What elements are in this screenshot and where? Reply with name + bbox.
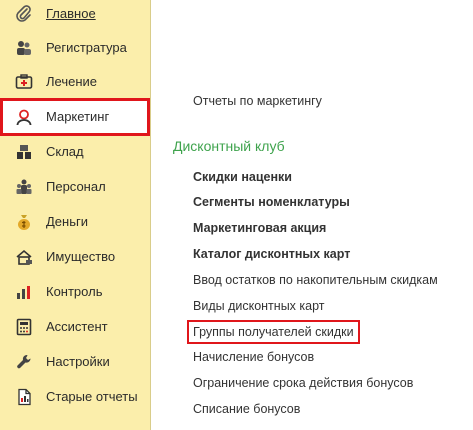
link-bonus-accrual[interactable]: Начисление бонусов bbox=[193, 350, 314, 364]
medical-kit-icon bbox=[15, 73, 33, 91]
sidebar-item-label: Деньги bbox=[46, 214, 88, 229]
link-bonus-writeoff[interactable]: Списание бонусов bbox=[193, 402, 300, 416]
money-bag-icon bbox=[15, 213, 33, 231]
sidebar-item-label: Контроль bbox=[46, 284, 103, 299]
link-bonus-expiry-limit[interactable]: Ограничение срока действия бонусов bbox=[193, 376, 413, 390]
wrench-icon bbox=[15, 353, 33, 371]
sidebar-item-property[interactable]: Имущество bbox=[0, 239, 150, 274]
warehouse-icon bbox=[15, 143, 33, 161]
sidebar-item-treatment[interactable]: Лечение bbox=[0, 64, 150, 99]
assistant-calculator-icon bbox=[15, 318, 33, 336]
sidebar-item-assistant[interactable]: Ассистент bbox=[0, 309, 150, 344]
link-discount-card-types[interactable]: Виды дисконтных карт bbox=[193, 299, 325, 313]
link-discount-card-catalog[interactable]: Каталог дисконтных карт bbox=[193, 247, 350, 261]
sidebar-item-label: Главное bbox=[46, 6, 96, 21]
sidebar-item-control[interactable]: Контроль bbox=[0, 274, 150, 309]
old-reports-icon bbox=[15, 388, 33, 406]
registry-people-icon bbox=[15, 39, 33, 57]
marketing-person-icon bbox=[15, 108, 33, 126]
sidebar-item-label: Имущество bbox=[46, 249, 116, 264]
staff-icon bbox=[15, 178, 33, 196]
sidebar-item-old-reports[interactable]: Старые отчеты bbox=[0, 379, 150, 414]
control-chart-icon bbox=[15, 283, 33, 301]
link-accumulated-discount-balances[interactable]: Ввод остатков по накопительным скидкам bbox=[193, 273, 438, 287]
sidebar: Главное Регистратура Лечение Маркетинг С… bbox=[0, 0, 151, 430]
link-discount-recipient-groups[interactable]: Группы получателей скидки bbox=[193, 325, 354, 339]
sidebar-item-money[interactable]: Деньги bbox=[0, 204, 150, 239]
sidebar-item-warehouse[interactable]: Склад bbox=[0, 134, 150, 169]
link-discount-markup[interactable]: Скидки наценки bbox=[193, 170, 292, 184]
sidebar-item-label: Лечение bbox=[46, 74, 98, 89]
property-icon bbox=[15, 248, 33, 266]
sidebar-item-label: Ассистент bbox=[46, 319, 108, 334]
section-title: Дисконтный клуб bbox=[173, 138, 285, 154]
sidebar-item-settings[interactable]: Настройки bbox=[0, 344, 150, 379]
sidebar-item-label: Персонал bbox=[46, 179, 106, 194]
sidebar-item-label: Регистратура bbox=[46, 40, 127, 55]
marketing-reports-link[interactable]: Отчеты по маркетингу bbox=[193, 94, 322, 108]
sidebar-item-marketing[interactable]: Маркетинг bbox=[0, 99, 150, 134]
sidebar-item-staff[interactable]: Персонал bbox=[0, 169, 150, 204]
sidebar-item-label: Склад bbox=[46, 144, 84, 159]
link-marketing-campaign[interactable]: Маркетинговая акция bbox=[193, 221, 326, 235]
sidebar-item-label: Настройки bbox=[46, 354, 110, 369]
sidebar-item-label: Старые отчеты bbox=[46, 389, 138, 404]
sidebar-item-registry[interactable]: Регистратура bbox=[0, 30, 150, 65]
sidebar-item-home[interactable]: Главное bbox=[0, 0, 150, 31]
link-nomenclature-segments[interactable]: Сегменты номенклатуры bbox=[193, 195, 350, 209]
paperclip-icon bbox=[15, 4, 33, 23]
sidebar-item-label: Маркетинг bbox=[46, 109, 110, 124]
